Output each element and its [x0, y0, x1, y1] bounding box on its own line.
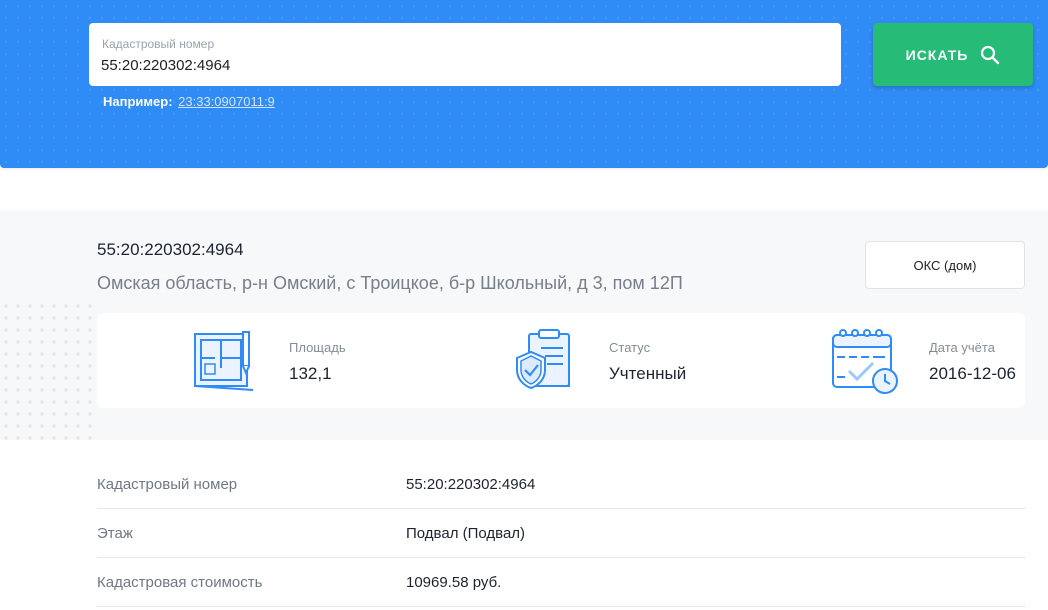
table-row: Кадастровая стоимость 10969.58 руб. — [97, 558, 1025, 607]
stat-area: Площадь 132,1 — [191, 313, 411, 408]
search-input[interactable] — [101, 54, 821, 76]
row-value: 55:20:220302:4964 — [406, 476, 536, 493]
object-address: Омская область, р-н Омский, с Троицкое, … — [97, 273, 683, 293]
object-summary: 55:20:220302:4964 Омская область, р-н Ом… — [0, 210, 1048, 440]
object-type-button[interactable]: ОКС (дом) — [865, 241, 1025, 289]
document-shield-icon — [516, 329, 570, 390]
row-key: Этаж — [97, 525, 133, 542]
stat-status: Статус Учтенный — [511, 313, 731, 408]
stats-card: Площадь 132,1 Статус Учтенный Дата учёта… — [97, 313, 1025, 408]
stat-area-value: 132,1 — [289, 364, 332, 383]
calendar-clock-icon — [832, 329, 898, 394]
stat-area-label: Площадь — [289, 340, 346, 355]
search-box[interactable]: Кадастровый номер — [89, 23, 841, 86]
search-label: Кадастровый номер — [102, 37, 215, 51]
stat-status-value: Учтенный — [609, 364, 687, 383]
stat-date: Дата учёта 2016-12-06 — [831, 313, 1025, 408]
row-value: 10969.58 руб. — [406, 574, 502, 591]
search-hero: Кадастровый номер Например: 23:33:090701… — [0, 0, 1048, 168]
table-row: Этаж Подвал (Подвал) — [97, 509, 1025, 558]
row-value: Подвал (Подвал) — [406, 525, 526, 542]
stat-status-label: Статус — [609, 340, 651, 355]
example-prefix: Например: — [103, 94, 173, 109]
table-row: Кадастровый номер 55:20:220302:4964 — [97, 460, 1025, 509]
row-key: Кадастровый номер — [97, 476, 238, 493]
details-table: Кадастровый номер 55:20:220302:4964 Этаж… — [97, 460, 1025, 607]
dots-decoration — [0, 300, 100, 440]
search-example: Например: 23:33:0907011:9 — [103, 94, 275, 109]
row-key: Кадастровая стоимость — [97, 574, 263, 591]
search-button-label: ИСКАТЬ — [905, 46, 969, 63]
search-button[interactable]: ИСКАТЬ — [873, 23, 1033, 86]
search-icon — [981, 45, 1000, 64]
object-number: 55:20:220302:4964 — [97, 240, 244, 259]
floor-plan-icon — [194, 331, 254, 391]
stat-date-value: 2016-12-06 — [929, 364, 1016, 383]
example-link[interactable]: 23:33:0907011:9 — [178, 94, 275, 109]
stat-date-label: Дата учёта — [929, 340, 995, 355]
